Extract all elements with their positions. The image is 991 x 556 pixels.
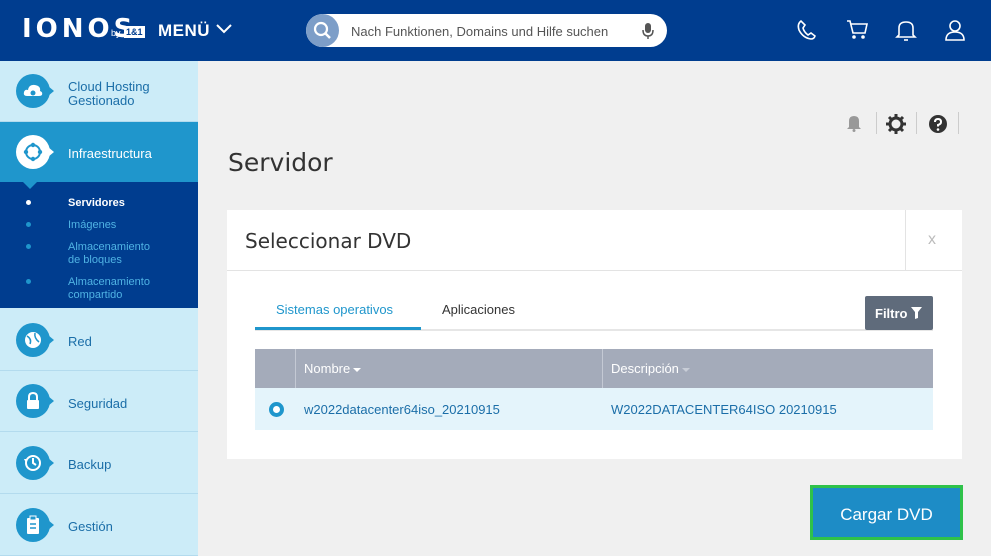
subnav-bullet xyxy=(26,222,31,227)
subnav-bullet xyxy=(26,200,31,205)
sidebar-item-label: Seguridad xyxy=(68,396,128,411)
sidebar-item-backup[interactable]: Backup xyxy=(0,433,198,494)
logo-brand-badge: 1&1 xyxy=(124,26,145,38)
sidebar-item-red[interactable]: Red xyxy=(0,310,198,371)
toolbar-separator xyxy=(876,112,877,134)
sort-caret-icon xyxy=(681,367,690,372)
phone-icon[interactable] xyxy=(795,18,817,42)
toolbar-separator xyxy=(958,112,959,134)
sidebar-item-infraestructura[interactable]: Infraestructura xyxy=(0,122,198,183)
page-title: Servidor xyxy=(228,148,333,177)
column-separator xyxy=(295,349,296,388)
search-bar[interactable]: Nach Funktionen, Domains und Hilfe suche… xyxy=(306,14,667,47)
sidebar-item-seguridad[interactable]: Seguridad xyxy=(0,371,198,432)
table-header: Nombre Descripción xyxy=(255,349,933,388)
nav-pointer xyxy=(48,520,54,530)
panel-divider xyxy=(227,270,962,271)
tab-sistemas-operativos[interactable]: Sistemas operativos xyxy=(276,302,393,317)
notification-bell-icon[interactable] xyxy=(846,114,862,132)
close-icon[interactable]: x xyxy=(928,231,936,249)
sidebar-item-cloud-hosting[interactable]: Cloud Hosting Gestionado xyxy=(0,61,198,122)
tab-aplicaciones[interactable]: Aplicaciones xyxy=(442,302,515,317)
select-dvd-panel: Seleccionar DVD x Sistemas operativos Ap… xyxy=(227,210,962,459)
subnav-item-almacenamiento-compartido-line2[interactable]: compartido xyxy=(68,289,122,301)
lock-icon xyxy=(16,384,50,418)
infrastructure-icon xyxy=(16,135,50,169)
sidebar-item-label: Gestión xyxy=(68,519,113,534)
column-separator xyxy=(602,349,603,388)
subnav-item-servidores[interactable]: Servidores xyxy=(68,197,125,209)
menu-button[interactable]: MENÜ xyxy=(158,21,210,41)
cart-icon[interactable] xyxy=(845,18,869,42)
backup-clock-icon xyxy=(16,446,50,480)
network-globe-icon xyxy=(16,323,50,357)
nav-pointer xyxy=(48,86,54,96)
nav-pointer xyxy=(48,458,54,468)
search-input[interactable]: Nach Funktionen, Domains und Hilfe suche… xyxy=(351,24,608,39)
subnav-bullet xyxy=(26,244,31,249)
panel-title: Seleccionar DVD xyxy=(245,229,412,253)
nav-pointer xyxy=(48,335,54,345)
bell-icon[interactable] xyxy=(895,18,917,42)
sidebar-item-label: Infraestructura xyxy=(68,146,152,161)
subnav-pointer xyxy=(23,182,37,189)
chevron-down-icon[interactable] xyxy=(215,22,233,36)
logo-by-text: by xyxy=(111,28,121,38)
help-icon[interactable] xyxy=(928,114,948,134)
column-header-label: Nombre xyxy=(304,361,351,376)
row-radio-selected[interactable] xyxy=(269,402,284,417)
search-icon[interactable] xyxy=(306,14,339,47)
nav-pointer xyxy=(48,396,54,406)
nav-pointer xyxy=(48,147,54,157)
top-bar: IONOS by 1&1 MENÜ Nach Funktionen, Domai… xyxy=(0,0,991,61)
cell-descripcion: W2022DATACENTER64ISO 20210915 xyxy=(611,402,837,417)
subnav-item-imagenes[interactable]: Imágenes xyxy=(68,219,116,231)
sidebar-item-label: Gestionado xyxy=(68,93,135,108)
filter-funnel-icon xyxy=(911,307,922,319)
subnav-bullet xyxy=(26,279,31,284)
sort-caret-icon xyxy=(353,367,362,372)
column-header-descripcion[interactable]: Descripción xyxy=(611,361,690,376)
subnav-item-almacenamiento-bloques-line2[interactable]: de bloques xyxy=(68,254,122,266)
microphone-icon[interactable] xyxy=(641,22,655,40)
column-header-label: Descripción xyxy=(611,361,679,376)
sidebar-subnav: Servidores Imágenes Almacenamiento de bl… xyxy=(0,182,198,308)
column-header-nombre[interactable]: Nombre xyxy=(304,361,362,376)
cargar-dvd-label: Cargar DVD xyxy=(840,505,933,524)
sidebar-item-label: Cloud Hosting xyxy=(68,79,150,94)
filter-button[interactable]: Filtro xyxy=(865,296,933,330)
subnav-item-almacenamiento-compartido[interactable]: Almacenamiento xyxy=(68,276,150,288)
close-button[interactable]: x xyxy=(905,210,962,270)
active-tab-indicator xyxy=(255,327,421,330)
cloud-gear-icon xyxy=(16,74,50,108)
cell-nombre: w2022datacenter64iso_20210915 xyxy=(304,402,500,417)
sidebar: Cloud Hosting Gestionado Infraestructura… xyxy=(0,61,198,556)
toolbar-separator xyxy=(916,112,917,134)
gear-icon[interactable] xyxy=(886,114,906,134)
cargar-dvd-button[interactable]: Cargar DVD xyxy=(810,485,963,540)
sidebar-item-label: Backup xyxy=(68,457,112,472)
user-icon[interactable] xyxy=(944,18,966,42)
sidebar-item-label: Red xyxy=(68,334,92,349)
table-row[interactable]: w2022datacenter64iso_20210915 W2022DATAC… xyxy=(255,388,933,430)
clipboard-icon xyxy=(16,508,50,542)
sidebar-item-gestion[interactable]: Gestión xyxy=(0,495,198,556)
subnav-item-almacenamiento-bloques[interactable]: Almacenamiento xyxy=(68,241,150,253)
filter-label: Filtro xyxy=(875,306,908,321)
